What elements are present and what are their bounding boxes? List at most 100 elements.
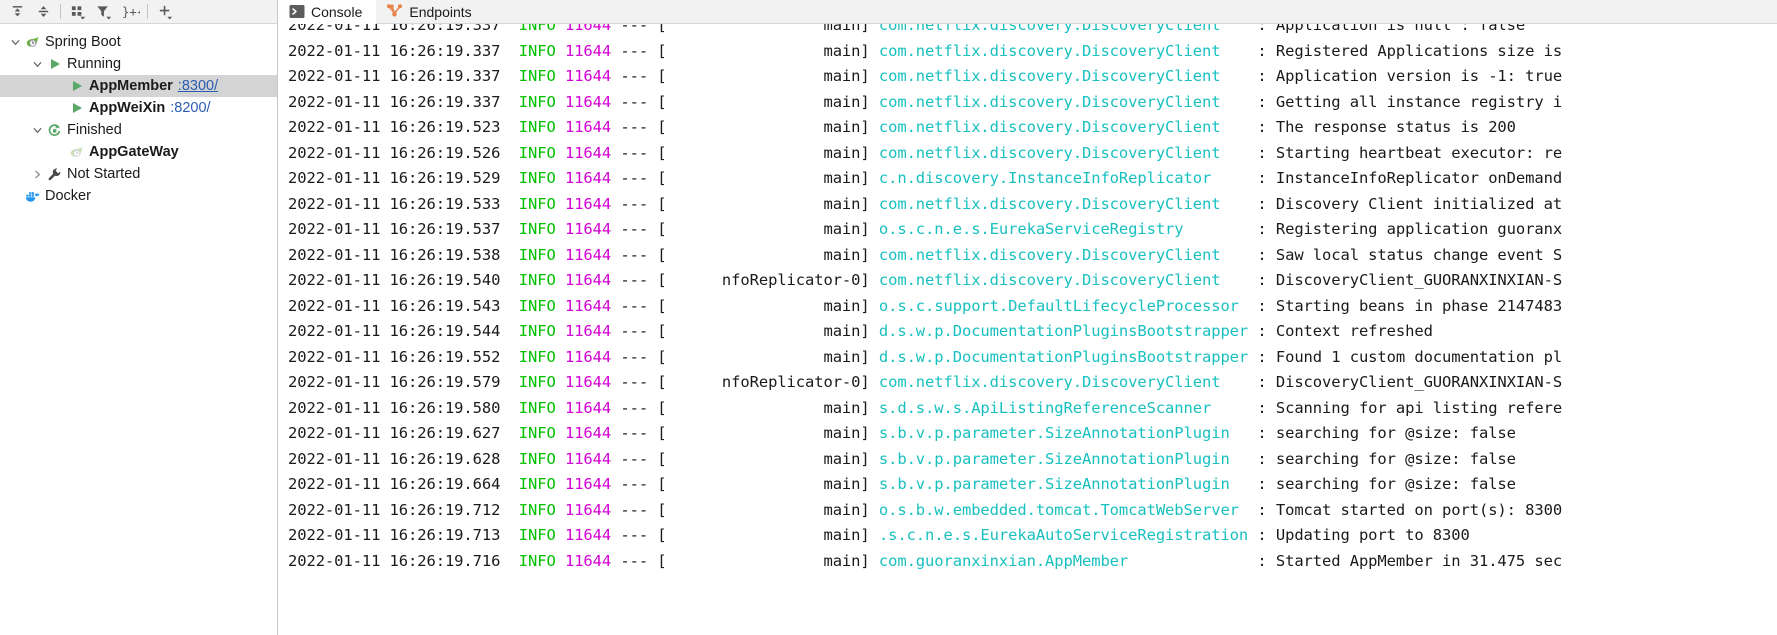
- log-gap: [556, 552, 565, 570]
- services-tree[interactable]: Spring Boot Running AppMember :8300/ App…: [0, 24, 277, 635]
- log-level: INFO: [518, 245, 556, 264]
- log-timestamp: 2022-01-11 16:26:19.337: [288, 41, 519, 60]
- log-thread: --- [ main]: [611, 398, 879, 417]
- console-tabbar: Console Endpoints: [278, 0, 1777, 24]
- tree-node-spring-boot[interactable]: Spring Boot: [0, 31, 277, 53]
- log-logger: c.n.discovery.InstanceInfoReplicator: [878, 169, 1249, 187]
- console-log-line: 2022-01-11 16:26:19.337 INFO 11644 --- […: [288, 90, 1777, 116]
- log-level: INFO: [518, 424, 556, 442]
- tree-node-not-started[interactable]: Not Started: [0, 163, 277, 185]
- log-thread: --- [ main]: [611, 475, 879, 493]
- log-level: INFO: [518, 169, 556, 187]
- console-output[interactable]: 2022-01-11 16:26:19.337 INFO 11644 --- […: [278, 24, 1777, 635]
- log-message: Context refreshed: [1275, 322, 1433, 340]
- toolbar-divider-2: [147, 4, 148, 19]
- run-icon: [67, 97, 86, 119]
- log-logger: com.guoranxinxian.AppMember: [878, 551, 1249, 570]
- chevron-right-icon[interactable]: [30, 163, 45, 185]
- tab-console[interactable]: Console: [278, 0, 377, 24]
- log-thread: --- [ main]: [611, 347, 879, 366]
- log-thread: --- [ main]: [611, 118, 879, 136]
- log-thread: --- [ main]: [611, 322, 879, 340]
- collapse-all-icon[interactable]: [30, 1, 56, 23]
- log-pid: 11644: [564, 92, 612, 111]
- rerun-icon: [45, 119, 64, 141]
- log-thread: --- [ main]: [611, 143, 879, 162]
- log-timestamp: 2022-01-11 16:26:19.544: [288, 322, 519, 340]
- filter-icon[interactable]: [91, 1, 117, 23]
- log-gap: [556, 67, 565, 85]
- log-gap: [556, 399, 565, 417]
- tree-node-label: AppMember: [89, 78, 173, 94]
- log-logger: o.s.b.w.embedded.tomcat.TomcatWebServer: [878, 500, 1249, 519]
- log-separator: :: [1248, 551, 1276, 570]
- run-content-pane: Console Endpoints 2022-01-11 16:26:19.33…: [278, 0, 1777, 635]
- console-log-lines: 2022-01-11 16:26:19.337 INFO 11644 --- […: [288, 24, 1777, 635]
- log-logger: com.netflix.discovery.DiscoveryClient: [878, 92, 1249, 111]
- tree-node-appweixin[interactable]: AppWeiXin :8200/: [0, 97, 277, 119]
- log-timestamp: 2022-01-11 16:26:19.713: [288, 526, 519, 544]
- tab-label: Console: [311, 3, 363, 20]
- merge-consoles-icon[interactable]: }+{: [117, 1, 143, 23]
- log-gap: [556, 220, 565, 238]
- log-separator: :: [1248, 296, 1276, 315]
- log-level: INFO: [518, 296, 556, 315]
- log-thread: --- [ nfoReplicator-0]: [611, 271, 879, 289]
- log-pid: 11644: [564, 41, 612, 60]
- log-timestamp: 2022-01-11 16:26:19.337: [288, 92, 519, 111]
- spring-boot-run-dashboard: }+{: [0, 0, 1777, 635]
- log-gap: [556, 195, 565, 213]
- log-separator: :: [1248, 271, 1276, 289]
- run-icon: [67, 75, 86, 97]
- log-separator: :: [1248, 169, 1276, 187]
- log-timestamp: 2022-01-11 16:26:19.537: [288, 220, 519, 238]
- log-level: INFO: [518, 449, 556, 468]
- console-log-line: 2022-01-11 16:26:19.580 INFO 11644 --- […: [288, 396, 1777, 422]
- log-pid: 11644: [564, 551, 612, 570]
- log-timestamp: 2022-01-11 16:26:19.628: [288, 449, 519, 468]
- log-logger: com.netflix.discovery.DiscoveryClient: [878, 245, 1249, 264]
- log-timestamp: 2022-01-11 16:26:19.579: [288, 373, 519, 391]
- log-level: INFO: [518, 500, 556, 519]
- add-icon[interactable]: [152, 1, 178, 23]
- tree-node-finished[interactable]: Finished: [0, 119, 277, 141]
- chevron-down-icon[interactable]: [30, 53, 45, 75]
- tree-node-docker[interactable]: Docker: [0, 185, 277, 207]
- expand-all-icon[interactable]: [4, 1, 30, 23]
- console-log-line: 2022-01-11 16:26:19.713 INFO 11644 --- […: [288, 523, 1777, 549]
- tree-node-port-link[interactable]: :8200/: [170, 100, 210, 116]
- log-message: Registering application guoranx: [1275, 220, 1563, 238]
- tree-node-port-link[interactable]: :8300/: [178, 78, 218, 94]
- tab-endpoints[interactable]: Endpoints: [376, 0, 485, 23]
- log-thread: --- [ main]: [611, 551, 879, 570]
- log-level: INFO: [518, 373, 556, 391]
- log-timestamp: 2022-01-11 16:26:19.627: [288, 424, 519, 442]
- sidebar-toolbar: }+{: [0, 0, 277, 24]
- tree-node-running[interactable]: Running: [0, 53, 277, 75]
- chevron-down-icon[interactable]: [30, 119, 45, 141]
- log-gap: [556, 526, 565, 544]
- log-level: INFO: [518, 41, 556, 60]
- log-level: INFO: [518, 322, 556, 340]
- log-gap: [556, 322, 565, 340]
- group-by-icon[interactable]: [65, 1, 91, 23]
- log-separator: :: [1248, 526, 1276, 544]
- log-message: InstanceInfoReplicator onDemand: [1275, 169, 1563, 187]
- log-pid: 11644: [564, 118, 612, 136]
- log-logger: com.netflix.discovery.DiscoveryClient: [878, 41, 1249, 60]
- log-thread: --- [ main]: [611, 245, 879, 264]
- log-thread: --- [ main]: [611, 424, 879, 442]
- tree-node-appmember[interactable]: AppMember :8300/: [0, 75, 277, 97]
- log-pid: 11644: [564, 322, 612, 340]
- log-message: Scanning for api listing refere: [1275, 398, 1563, 417]
- chevron-down-icon[interactable]: [8, 31, 23, 53]
- console-log-line: 2022-01-11 16:26:19.537 INFO 11644 --- […: [288, 217, 1777, 243]
- log-thread: --- [ main]: [611, 194, 879, 213]
- tree-node-label: Finished: [67, 122, 122, 138]
- log-gap: [556, 501, 565, 519]
- tree-node-appgateway[interactable]: AppGateWay: [0, 141, 277, 163]
- tree-node-label: Not Started: [67, 166, 141, 182]
- log-separator: :: [1248, 24, 1276, 34]
